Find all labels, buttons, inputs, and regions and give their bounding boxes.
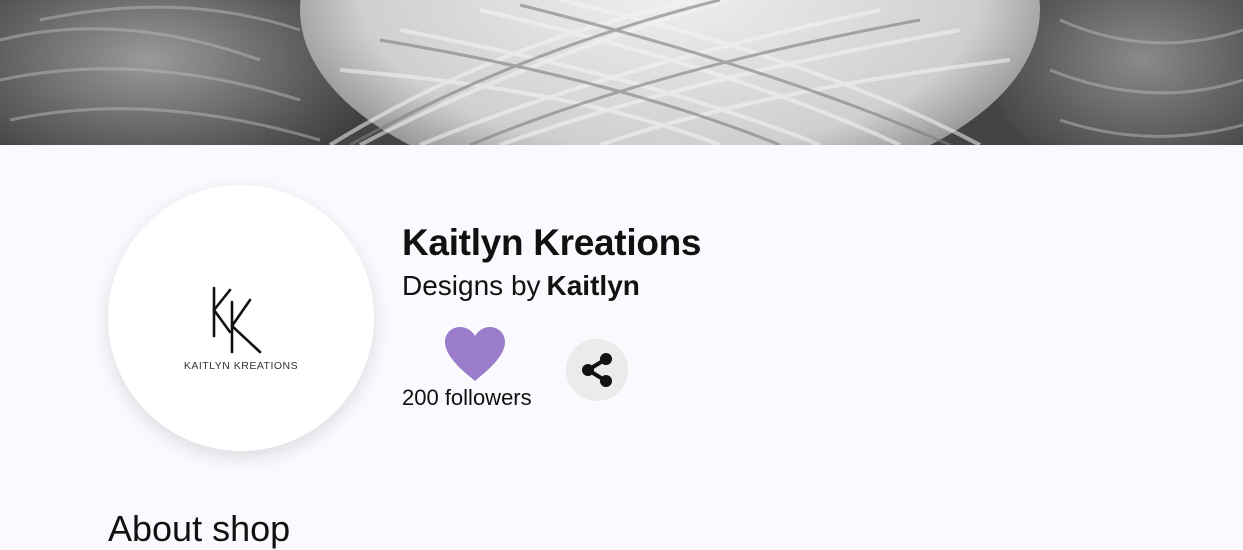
shop-name: Kaitlyn Kreations [402, 222, 702, 263]
byline-prefix: Designs by [402, 270, 541, 301]
logo-wordmark: KAITLYN KREATIONS [183, 360, 299, 372]
shop-banner [0, 0, 1243, 145]
share-icon [582, 353, 612, 387]
shop-byline: Designs by Kaitlyn [402, 270, 640, 302]
heart-icon [445, 327, 505, 381]
follower-count: 200 followers [402, 385, 532, 410]
shop-logo: KAITLYN KREATIONS [108, 185, 374, 451]
yarn-banner-image [0, 0, 1243, 145]
about-shop-heading: About shop [108, 508, 291, 549]
share-button[interactable] [566, 339, 628, 401]
follow-button[interactable] [443, 325, 507, 383]
owner-name[interactable]: Kaitlyn [547, 270, 640, 301]
kk-monogram-icon [212, 286, 262, 354]
